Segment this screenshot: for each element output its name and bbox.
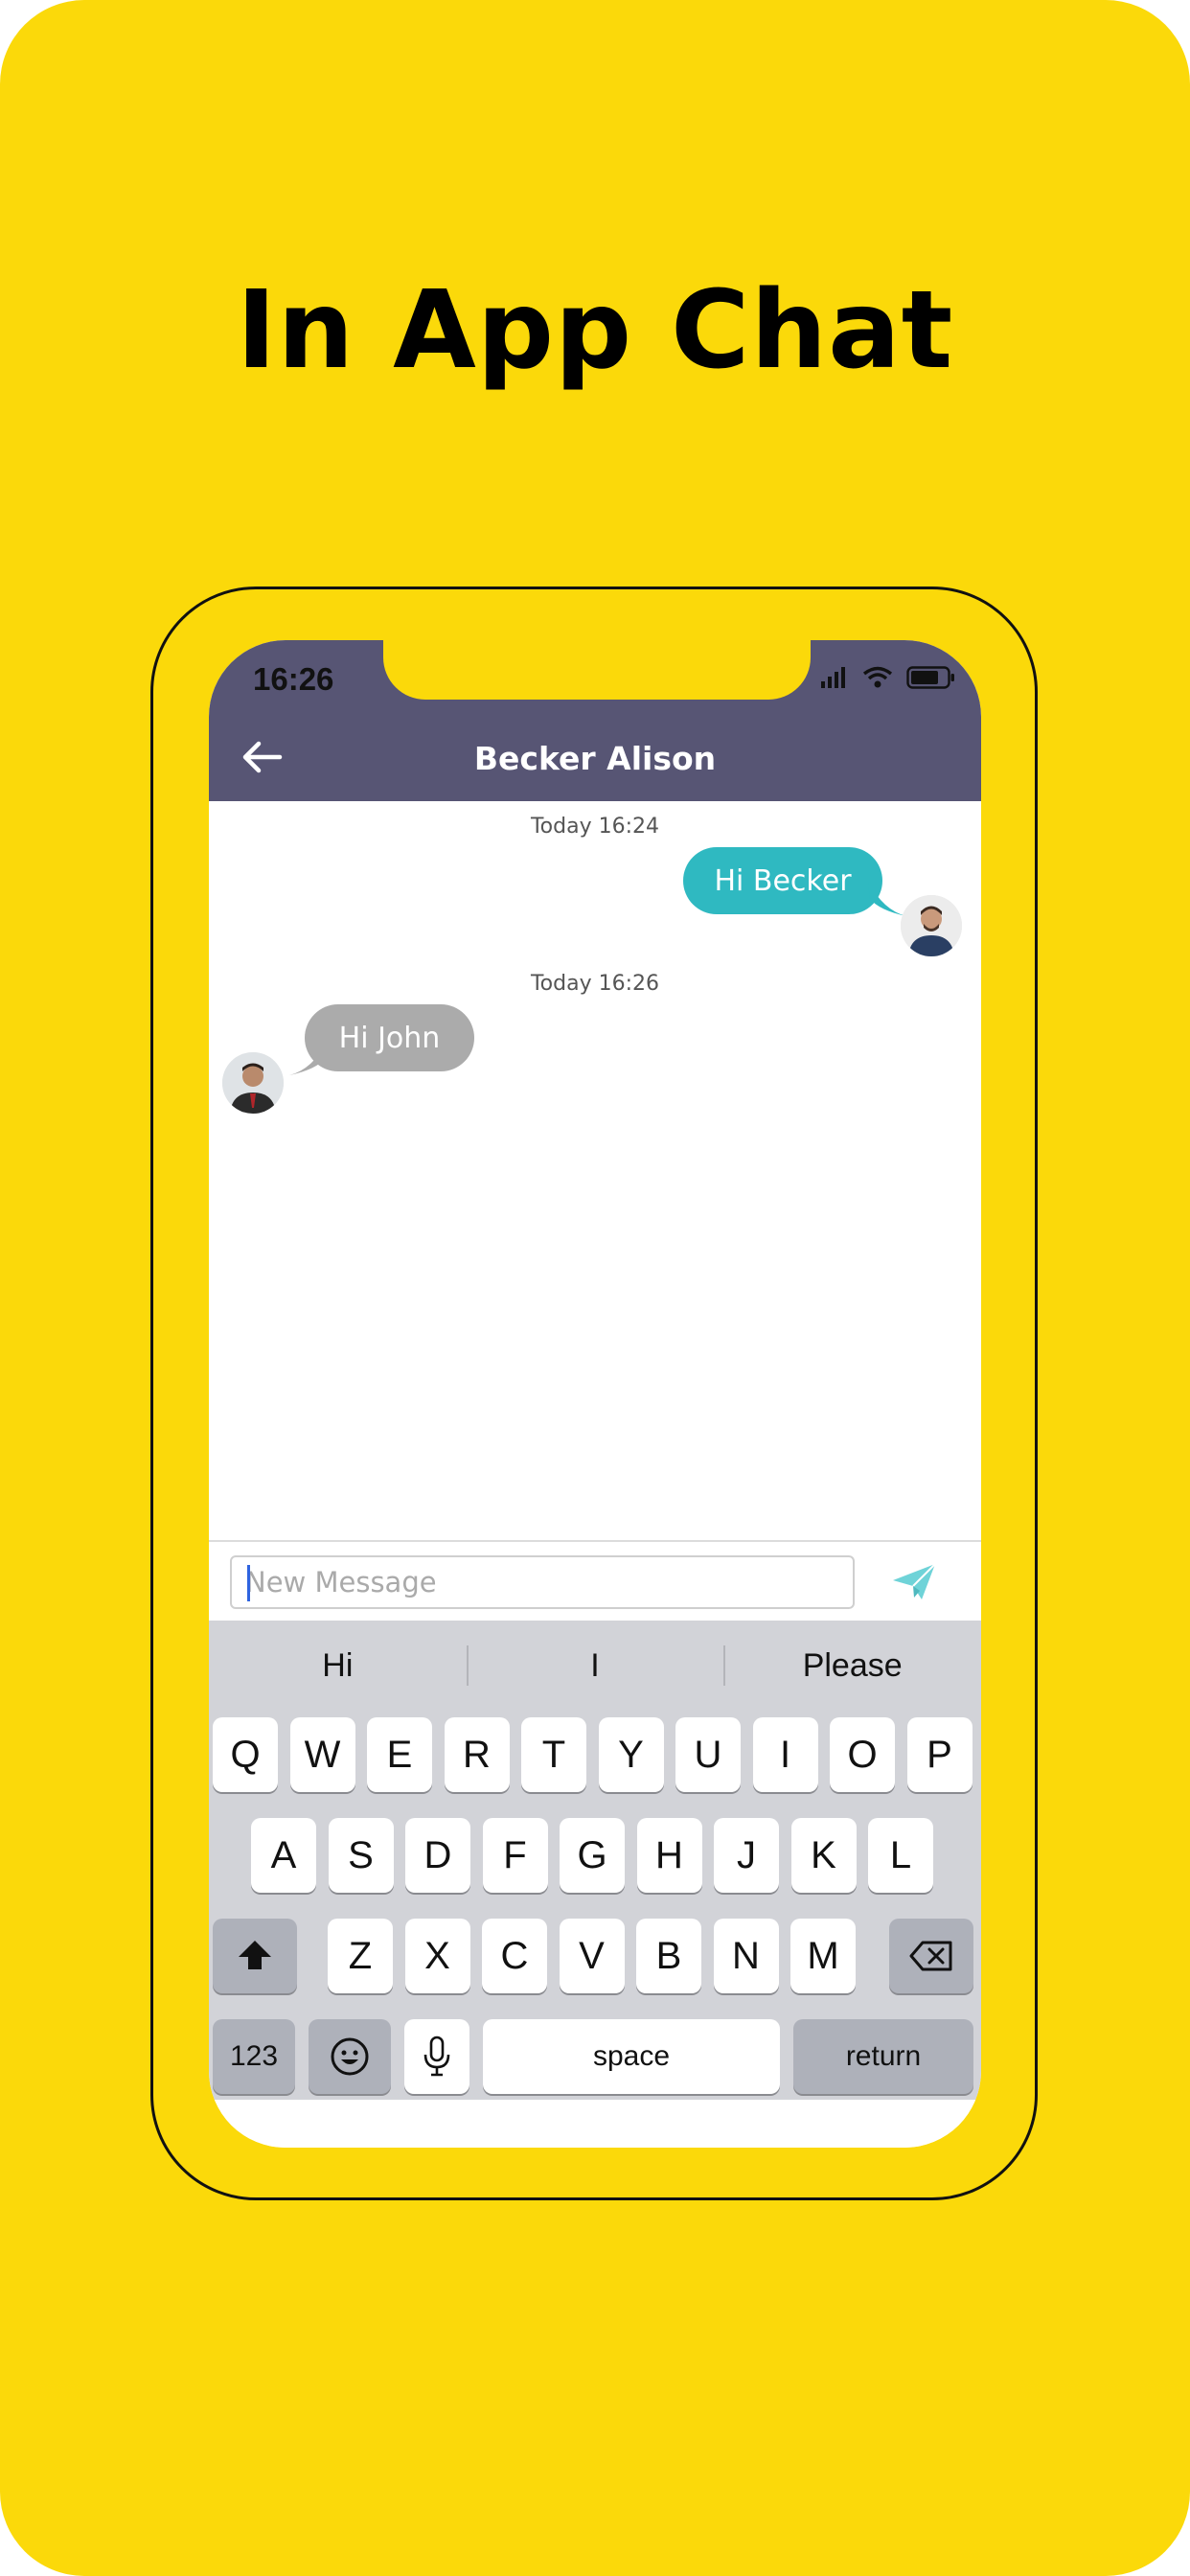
- phone-screen: 16:26 Becker Alison Today 16:24 Hi Becke…: [209, 640, 981, 2148]
- key-e[interactable]: E: [367, 1717, 432, 1792]
- key-p[interactable]: P: [906, 1717, 973, 1792]
- key-n[interactable]: N: [713, 1919, 779, 1993]
- text-caret: [247, 1565, 250, 1601]
- key-q[interactable]: Q: [213, 1717, 278, 1792]
- suggestion-item[interactable]: Please: [723, 1621, 981, 1711]
- key-o[interactable]: O: [830, 1717, 895, 1792]
- key-u[interactable]: U: [675, 1717, 741, 1792]
- key-j[interactable]: J: [714, 1818, 779, 1893]
- message-timestamp: Today 16:26: [530, 972, 660, 996]
- message-composer: [209, 1540, 981, 1622]
- paper-plane-icon[interactable]: [891, 1561, 937, 1603]
- message-text: Hi Becker: [714, 863, 852, 898]
- microphone-icon: [423, 2036, 450, 2077]
- key-t[interactable]: T: [521, 1717, 586, 1792]
- key-v[interactable]: V: [559, 1919, 625, 1993]
- delete-key[interactable]: [889, 1919, 973, 1993]
- key-f[interactable]: F: [482, 1818, 548, 1893]
- key-a[interactable]: A: [251, 1818, 316, 1893]
- incoming-message-bubble: Hi John: [305, 1004, 474, 1071]
- status-time: 16:26: [253, 661, 334, 697]
- home-indicator-area: [209, 2100, 981, 2148]
- shift-arrow-icon: [239, 1941, 271, 1969]
- signal-icon: [821, 667, 845, 688]
- key-h[interactable]: H: [636, 1818, 702, 1893]
- suggestion-bar: Hi I Please: [209, 1621, 981, 1711]
- shift-key[interactable]: [213, 1919, 297, 1993]
- key-k[interactable]: K: [790, 1818, 857, 1893]
- wifi-icon: [862, 666, 893, 688]
- key-d[interactable]: D: [405, 1818, 470, 1893]
- smiley-icon: [331, 2037, 369, 2076]
- suggestion-item[interactable]: I: [466, 1621, 724, 1711]
- message-timestamp: Today 16:24: [530, 815, 660, 839]
- phone-notch: [383, 640, 811, 700]
- key-s[interactable]: S: [328, 1818, 394, 1893]
- space-key[interactable]: space: [483, 2019, 780, 2094]
- dictation-key[interactable]: [404, 2019, 469, 2094]
- avatar[interactable]: [901, 895, 962, 956]
- key-b[interactable]: B: [636, 1919, 701, 1993]
- promo-headline: In App Chat: [236, 268, 954, 393]
- chat-title: Becker Alison: [473, 740, 717, 777]
- message-text: Hi John: [338, 1021, 441, 1055]
- key-c[interactable]: C: [482, 1919, 547, 1993]
- backspace-icon: [909, 1941, 952, 1971]
- key-y[interactable]: Y: [598, 1717, 664, 1792]
- promo-background: In App Chat 16:26 Becker Alison Today 16…: [0, 0, 1190, 2576]
- on-screen-keyboard: Hi I Please QWERTYUIOP ASDFGHJKL ZXCVBNM…: [209, 1621, 981, 2100]
- avatar[interactable]: [222, 1052, 284, 1114]
- key-i[interactable]: I: [752, 1717, 818, 1792]
- key-x[interactable]: X: [404, 1919, 470, 1993]
- suggestion-item[interactable]: Hi: [209, 1621, 467, 1711]
- numbers-key[interactable]: 123: [213, 2019, 295, 2094]
- message-input[interactable]: [230, 1555, 855, 1609]
- key-m[interactable]: M: [790, 1919, 856, 1993]
- key-g[interactable]: G: [560, 1818, 625, 1893]
- return-key[interactable]: return: [793, 2019, 973, 2094]
- status-icons: [820, 665, 956, 690]
- key-l[interactable]: L: [868, 1818, 933, 1893]
- key-r[interactable]: R: [444, 1717, 510, 1792]
- outgoing-message-bubble: Hi Becker: [683, 847, 882, 914]
- key-w[interactable]: W: [289, 1717, 355, 1792]
- user-avatar-icon: [901, 895, 962, 956]
- emoji-key[interactable]: [309, 2019, 391, 2094]
- key-z[interactable]: Z: [328, 1919, 393, 1993]
- user-avatar-icon: [222, 1052, 284, 1114]
- battery-icon: [906, 666, 954, 689]
- bubble-tail-icon: [868, 882, 906, 916]
